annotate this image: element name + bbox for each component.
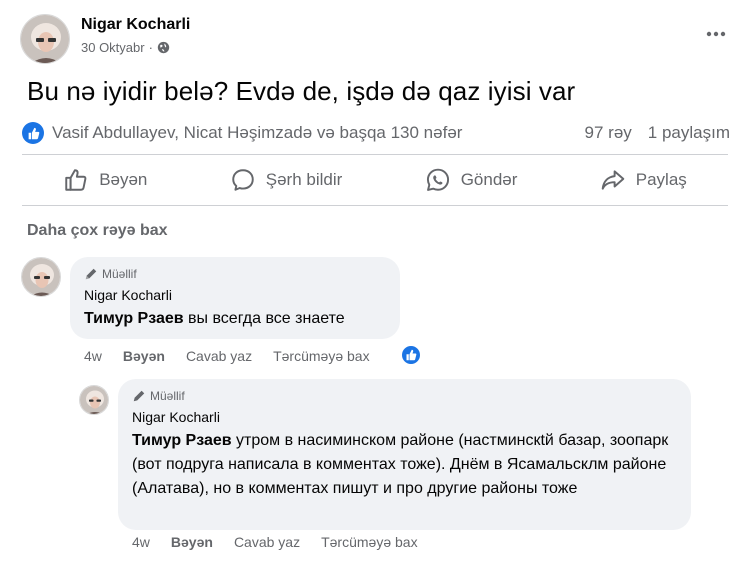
divider-bottom: [22, 205, 728, 206]
comment-author[interactable]: Nigar Kocharli: [84, 287, 386, 303]
reply-actions: 4w Bəyən Cavab yaz Tərcüməyə bax: [132, 534, 439, 550]
reply-translate-button[interactable]: Tərcüməyə bax: [321, 534, 417, 550]
share-arrow-icon: [601, 170, 625, 190]
send-label: Göndər: [460, 170, 518, 189]
reply-time[interactable]: 4w: [132, 534, 150, 550]
divider-top: [22, 154, 728, 155]
post-text: Bu nə iyidir belə? Evdə de, işdə də qaz …: [27, 76, 576, 106]
reactors-list[interactable]: Vasif Abdullayev, Nicat Həşimzadə və baş…: [52, 123, 585, 143]
comment-like-button[interactable]: Bəyən: [123, 348, 165, 364]
post-author-name[interactable]: Nigar Kocharli: [81, 16, 190, 34]
reply-avatar[interactable]: [79, 385, 109, 415]
comment-label: Şərh bildir: [265, 170, 343, 189]
reply-like-button[interactable]: Bəyən: [171, 534, 213, 550]
comment-bubble: Müəllif Nigar Kocharli Тимур Рзаев вы вс…: [70, 257, 400, 339]
comment-translate-button[interactable]: Tərcüməyə bax: [273, 348, 369, 364]
comment-reply-button[interactable]: Cavab yaz: [186, 348, 252, 364]
date-separator: ·: [148, 40, 153, 55]
mention-link[interactable]: Тимур Рзаев: [132, 432, 232, 449]
pencil-icon: [133, 390, 145, 402]
reactions-bar: Vasif Abdullayev, Nicat Həşimzadə və baş…: [22, 120, 730, 146]
like-reaction-icon[interactable]: [22, 122, 44, 144]
reply-reply-button[interactable]: Cavab yaz: [234, 534, 300, 550]
globe-icon: [157, 41, 170, 54]
reply-bubble: Müəllif Nigar Kocharli Тимур Рзаев утром…: [118, 379, 691, 530]
post-date[interactable]: 30 Oktyabr: [81, 40, 145, 55]
reply-author[interactable]: Nigar Kocharli: [132, 409, 677, 425]
thumbs-up-icon: [65, 169, 87, 191]
mention-link[interactable]: Тимур Рзаев: [84, 310, 184, 327]
comment-bubble-icon: [232, 169, 254, 191]
post-meta: 30 Oktyabr ·: [81, 40, 170, 55]
post-actions: Bəyən Şərh bildir Göndər Paylaş: [22, 157, 728, 203]
author-badge-label: Müəllif: [102, 267, 137, 281]
author-badge: Müəllif: [84, 267, 386, 281]
more-options-button[interactable]: [702, 24, 730, 44]
more-dots-icon: [706, 31, 726, 37]
share-button[interactable]: Paylaş: [588, 162, 699, 198]
comment-text: Тимур Рзаев вы всегда все знаете: [84, 307, 386, 331]
author-badge-label: Müəllif: [150, 389, 185, 403]
reply-text: Тимур Рзаев утром в насиминском районе (…: [132, 429, 677, 501]
shares-count[interactable]: 1 paylaşım: [648, 123, 730, 143]
author-badge: Müəllif: [132, 389, 677, 403]
share-label: Paylaş: [635, 170, 687, 189]
comment-time[interactable]: 4w: [84, 348, 102, 364]
comment-body: вы всегда все знаете: [183, 310, 345, 327]
comment-like-reaction-icon[interactable]: [400, 344, 422, 366]
comment-button[interactable]: Şərh bildir: [218, 162, 355, 198]
comment-avatar[interactable]: [21, 257, 61, 297]
like-label: Bəyən: [99, 170, 148, 189]
comments-count[interactable]: 97 rəy: [585, 123, 632, 143]
send-button[interactable]: Göndər: [413, 162, 530, 198]
whatsapp-icon: [426, 168, 449, 191]
author-avatar[interactable]: [20, 14, 70, 64]
like-button[interactable]: Bəyən: [51, 162, 159, 198]
post-header: Nigar Kocharli 30 Oktyabr ·: [20, 12, 730, 64]
view-more-comments-link[interactable]: Daha çox rəyə bax: [27, 222, 168, 240]
pencil-icon: [85, 268, 97, 280]
comment-actions: 4w Bəyən Cavab yaz Tərcüməyə bax: [84, 348, 391, 364]
